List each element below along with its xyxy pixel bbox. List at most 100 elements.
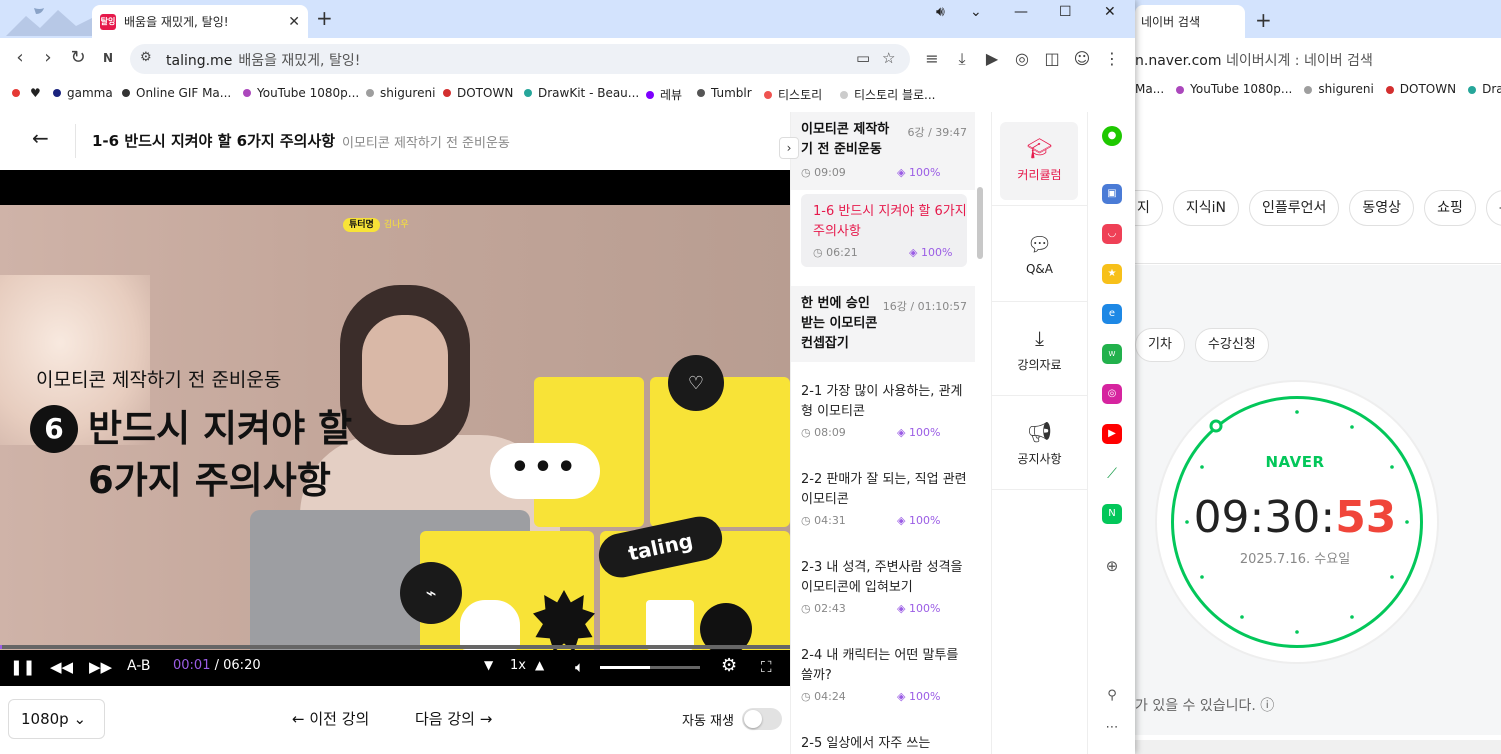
graduation-cap-icon: 🎓︎: [1026, 136, 1053, 160]
address-bar[interactable]: ⚙ taling.me 배움을 재밌게, 탈잉! ▭ ☆: [130, 44, 910, 74]
speaker-icon[interactable]: 🔊︎: [936, 4, 945, 20]
lesson-item[interactable]: 2-5 일상에서 자주 쓰는: [801, 734, 967, 754]
lesson-item[interactable]: 2-4 내 캐릭터는 어떤 말투를 쓸까? ◷ 04:24 ◈ 100%: [801, 646, 967, 703]
menu-icon[interactable]: ⋮: [1102, 49, 1122, 68]
bookmark-item[interactable]: 티스토리 블로...: [840, 86, 936, 103]
minimize-button[interactable]: —: [1014, 4, 1028, 20]
collapse-panel-chevron-icon[interactable]: ›: [779, 137, 799, 159]
naver-n-icon[interactable]: N: [1102, 504, 1122, 524]
notion-extension-icon[interactable]: N: [96, 46, 120, 70]
extension-green-circle-icon[interactable]: ●: [1102, 126, 1122, 146]
profile-icon[interactable]: ☺: [1072, 49, 1092, 68]
menu-curriculum[interactable]: 🎓︎ 커리큘럼: [992, 112, 1087, 206]
autoplay-toggle[interactable]: [742, 708, 782, 730]
lesson-item-active[interactable]: 1-6 반드시 지켜야 할 6가지 주의사항 ◷ 06:21 ◈ 100%: [801, 194, 967, 267]
video-record-icon[interactable]: ▶: [982, 49, 1002, 68]
bookmark-item[interactable]: 레뷰: [646, 86, 682, 103]
edge-icon[interactable]: e: [1102, 304, 1122, 324]
close-tab-icon[interactable]: ✕: [288, 14, 300, 30]
rewind-icon[interactable]: ◀◀: [50, 658, 73, 676]
lesson-item[interactable]: 2-3 내 성격, 주변사람 성격을 이모티콘에 입혀보기 ◷ 02:43 ◈ 1…: [801, 558, 967, 615]
curriculum-scrollbar[interactable]: [977, 187, 983, 259]
pause-icon[interactable]: ❚❚: [10, 658, 35, 676]
side-panel-icon[interactable]: ◫: [1042, 49, 1062, 68]
bookmark-item[interactable]: gamma: [53, 86, 113, 100]
download-icon[interactable]: ⤓: [952, 49, 972, 69]
naver-related-chip[interactable]: 수강신청: [1194, 328, 1269, 362]
pocket-icon[interactable]: ◡: [1102, 224, 1122, 244]
video-player[interactable]: ♡ ⌁ ••• taling 튜터명 김나우 이모티콘 제작하기 전 준비운동 6…: [0, 170, 790, 686]
naver-chip[interactable]: 뉴: [1485, 190, 1501, 226]
naver-bookmark[interactable]: YouTube 1080p...: [1176, 82, 1292, 106]
menu-notice[interactable]: 📢︎ 공지사항: [992, 396, 1087, 490]
webtoon-icon[interactable]: W: [1102, 344, 1122, 364]
section-meta: 16강 / 01:10:57: [882, 300, 967, 313]
speed-up-icon[interactable]: ▲: [535, 658, 544, 672]
naver-search-tabs: 지 지식iN 인플루언서 동영상 쇼핑 뉴: [1135, 190, 1501, 226]
bookmark-item[interactable]: Online GIF Ma...: [122, 86, 231, 100]
bookmark-item[interactable]: DOTOWN: [443, 86, 513, 100]
cast-icon[interactable]: ▭: [856, 49, 870, 67]
section-header[interactable]: 한 번에 승인 받는 이모티콘 컨셉잡기 16강 / 01:10:57: [791, 286, 975, 362]
ab-repeat-button[interactable]: A-B: [127, 658, 150, 674]
reading-list-icon[interactable]: ≡: [922, 49, 942, 68]
naver-new-tab-button[interactable]: +: [1255, 8, 1272, 32]
bookmark-item[interactable]: [12, 86, 26, 100]
video-progress-bar[interactable]: [0, 645, 790, 649]
forward-icon[interactable]: ›: [36, 46, 60, 70]
bookmark-item[interactable]: Tumblr: [697, 86, 752, 100]
naver-chip[interactable]: 인플루언서: [1249, 190, 1340, 226]
previous-lecture-button[interactable]: ← 이전 강의: [292, 708, 369, 729]
screenshot-icon[interactable]: ◎: [1012, 49, 1032, 68]
bookmark-item[interactable]: ♥: [30, 86, 41, 100]
quality-select[interactable]: 1080p ⌄: [8, 699, 105, 739]
more-icon[interactable]: ⋯: [1102, 718, 1122, 738]
naver-bookmark[interactable]: Ma...: [1135, 82, 1164, 106]
bookmark-item[interactable]: shigureni: [366, 86, 435, 100]
star-app-icon[interactable]: ★: [1102, 264, 1122, 284]
menu-materials[interactable]: ⤓ 강의자료: [992, 302, 1087, 396]
volume-slider[interactable]: [600, 666, 700, 669]
arrow-right-icon: →: [479, 710, 493, 728]
naver-chip[interactable]: 지식iN: [1172, 190, 1240, 226]
volume-icon[interactable]: 🔈︎: [575, 658, 584, 676]
new-tab-button[interactable]: +: [316, 6, 333, 30]
add-panel-icon[interactable]: ⊕: [1102, 556, 1122, 576]
fullscreen-icon[interactable]: ⛶: [761, 658, 772, 676]
back-arrow-icon[interactable]: ←: [32, 126, 49, 150]
tab-search-chevron-icon[interactable]: ⌄: [970, 4, 982, 20]
bookmark-item[interactable]: DrawKit - Beau...: [524, 86, 639, 100]
naver-bookmark[interactable]: DOTOWN: [1385, 82, 1456, 106]
settings-gear-icon[interactable]: ⚙: [721, 655, 737, 676]
naver-chip[interactable]: 동영상: [1349, 190, 1415, 226]
instagram-icon[interactable]: ◎: [1102, 384, 1122, 404]
bookmark-item[interactable]: YouTube 1080p...: [243, 86, 359, 100]
menu-qna[interactable]: 💬︎ Q&A: [992, 208, 1087, 302]
pin-icon[interactable]: ⚲: [1102, 686, 1122, 706]
close-window-button[interactable]: ✕: [1104, 4, 1116, 20]
naver-chip[interactable]: 지: [1135, 190, 1163, 226]
bookmark-item[interactable]: 티스토리: [764, 86, 822, 103]
stock-chart-icon[interactable]: ⟋: [1102, 464, 1122, 484]
speed-down-icon[interactable]: ▼: [484, 658, 493, 672]
briefcase-icon[interactable]: ▣: [1102, 184, 1122, 204]
youtube-icon[interactable]: ▶: [1102, 424, 1122, 444]
naver-horizontal-scrollbar[interactable]: [1135, 740, 1501, 754]
active-tab[interactable]: 탈잉 배움을 재밌게, 탈잉! ✕: [92, 5, 308, 38]
site-info-icon[interactable]: ⚙: [140, 50, 152, 65]
bookmark-star-icon[interactable]: ☆: [882, 49, 895, 67]
lesson-item[interactable]: 2-1 가장 많이 사용하는, 관계형 이모티콘 ◷ 08:09 ◈ 100%: [801, 382, 967, 439]
next-lecture-button[interactable]: 다음 강의 →: [415, 708, 492, 729]
maximize-button[interactable]: ☐: [1059, 4, 1072, 20]
reload-icon[interactable]: ↻: [66, 46, 90, 70]
lesson-item-partial[interactable]: ◷ 09:09 ◈ 100%: [801, 162, 967, 179]
naver-related-chip[interactable]: 기차: [1135, 328, 1185, 362]
back-icon[interactable]: ‹: [8, 46, 32, 70]
naver-bookmark[interactable]: Draw: [1468, 82, 1501, 106]
lesson-item[interactable]: 2-2 판매가 잘 되는, 직업 관련 이모티콘 ◷ 04:31 ◈ 100%: [801, 470, 967, 527]
fast-forward-icon[interactable]: ▶▶: [89, 658, 112, 676]
naver-bookmark[interactable]: shigureni: [1304, 82, 1374, 106]
naver-tab[interactable]: 네이버 검색: [1135, 5, 1245, 38]
naver-chip[interactable]: 쇼핑: [1424, 190, 1476, 226]
naver-address-bar[interactable]: n.naver.com 네이버시계 : 네이버 검색: [1135, 38, 1501, 80]
